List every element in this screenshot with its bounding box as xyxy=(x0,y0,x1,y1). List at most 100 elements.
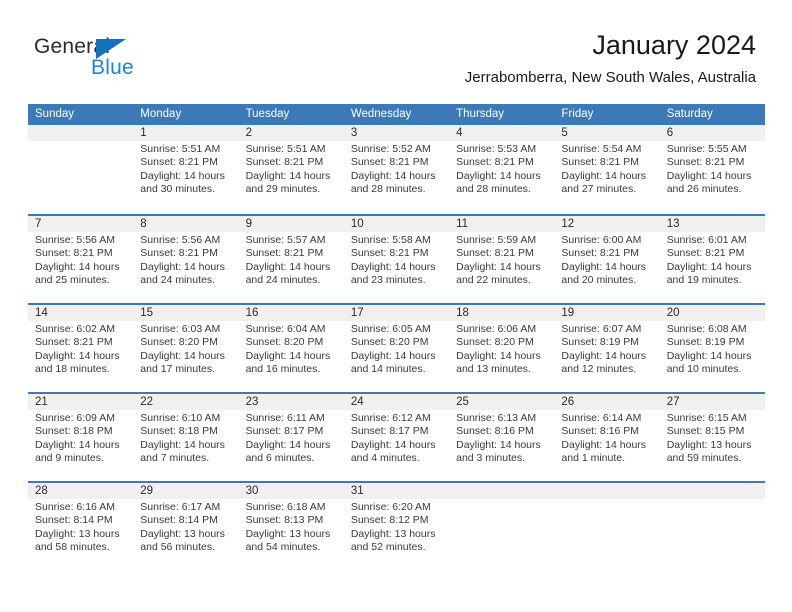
daylight-text-line1: Daylight: 13 hours xyxy=(666,438,752,451)
daylight-text-line1: Daylight: 14 hours xyxy=(350,438,436,451)
sunrise-text: Sunrise: 5:59 AM xyxy=(456,234,537,246)
calendar-day-cell[interactable]: 28 Sunrise: 6:16 AM Sunset: 8:14 PM Dayligh… xyxy=(28,483,133,570)
sunrise-text: Sunrise: 5:51 AM xyxy=(140,143,221,155)
calendar-day-cell[interactable]: 23 Sunrise: 6:11 AM Sunset: 8:17 PM Dayligh… xyxy=(239,394,344,481)
sunrise-text: Sunrise: 5:56 AM xyxy=(140,234,221,246)
daylight-text-line2: and 24 minutes. xyxy=(140,274,215,287)
sunrise-text: Sunrise: 5:56 AM xyxy=(35,234,115,246)
calendar-day-cell[interactable]: 26 Sunrise: 6:14 AM Sunset: 8:16 PM Dayligh… xyxy=(554,394,659,481)
calendar-day-cell[interactable]: 24 Sunrise: 6:12 AM Sunset: 8:17 PM Dayligh… xyxy=(344,394,449,481)
calendar-day-cell[interactable]: 19 Sunrise: 6:07 AM Sunset: 8:19 PM Dayligh… xyxy=(554,305,659,392)
calendar-day-cell[interactable]: 22 Sunrise: 6:10 AM Sunset: 8:18 PM Dayligh… xyxy=(133,394,238,481)
daylight-text-line1: Daylight: 14 hours xyxy=(35,349,120,362)
day-details: Sunrise: 6:03 AM Sunset: 8:20 PM Daylight:… xyxy=(140,323,235,377)
daylight-text-line2: and 28 minutes. xyxy=(456,183,531,196)
daylight-text-line2: and 14 minutes. xyxy=(350,363,426,376)
calendar-day-cell[interactable]: 15 Sunrise: 6:03 AM Sunset: 8:20 PM Dayligh… xyxy=(133,305,238,392)
day-number: 17 xyxy=(350,307,364,319)
daylight-text-line2: and 12 minutes. xyxy=(561,363,637,376)
sunrise-text: Sunrise: 5:51 AM xyxy=(245,143,326,155)
calendar-day-cell[interactable]: 8 Sunrise: 5:56 AM Sunset: 8:21 PM Daylight… xyxy=(133,216,238,303)
day-number: 26 xyxy=(561,396,575,408)
day-details: Sunrise: 6:12 AM Sunset: 8:17 PM Daylight:… xyxy=(351,412,446,466)
calendar-day-cell[interactable]: 31 Sunrise: 6:20 AM Sunset: 8:12 PM Dayligh… xyxy=(344,483,449,570)
weekday-header-row: Sunday Monday Tuesday Wednesday Thursday… xyxy=(28,104,765,125)
general-blue-logo[interactable]: General Blue xyxy=(34,36,234,84)
day-number: 8 xyxy=(140,218,147,230)
sunset-text: Sunset: 8:18 PM xyxy=(35,425,113,438)
calendar-day-cell[interactable]: 17 Sunrise: 6:05 AM Sunset: 8:20 PM Dayligh… xyxy=(344,305,449,392)
sunset-text: Sunset: 8:21 PM xyxy=(561,156,640,169)
day-number: 20 xyxy=(666,307,680,319)
day-number: 4 xyxy=(456,127,463,139)
calendar-day-cell[interactable]: 1 Sunrise: 5:51 AM Sunset: 8:21 PM Daylight… xyxy=(133,125,238,214)
day-number xyxy=(561,483,656,499)
sunrise-text: Sunrise: 6:13 AM xyxy=(456,412,537,424)
calendar-day-cell[interactable]: 4 Sunrise: 5:53 AM Sunset: 8:21 PM Daylight… xyxy=(449,125,554,214)
day-details: Sunrise: 5:58 AM Sunset: 8:21 PM Daylight:… xyxy=(351,234,446,288)
calendar-day-cell[interactable]: 20 Sunrise: 6:08 AM Sunset: 8:19 PM Dayligh… xyxy=(660,305,765,392)
weekday-header-wednesday: Wednesday xyxy=(350,108,412,120)
day-details: Sunrise: 6:10 AM Sunset: 8:18 PM Daylight:… xyxy=(140,412,235,466)
sunset-text: Sunset: 8:15 PM xyxy=(666,425,745,438)
calendar-day-cell[interactable]: 7 Sunrise: 5:56 AM Sunset: 8:21 PM Daylight… xyxy=(28,216,133,303)
day-number: 21 xyxy=(35,396,48,408)
daylight-text-line1: Daylight: 14 hours xyxy=(140,349,225,362)
sunrise-text: Sunrise: 6:14 AM xyxy=(561,412,642,424)
calendar-day-cell[interactable]: 12 Sunrise: 6:00 AM Sunset: 8:21 PM Dayligh… xyxy=(554,216,659,303)
sunrise-text: Sunrise: 6:10 AM xyxy=(140,412,221,424)
calendar-day-cell[interactable]: 30 Sunrise: 6:18 AM Sunset: 8:13 PM Dayligh… xyxy=(239,483,344,570)
daylight-text-line1: Daylight: 14 hours xyxy=(140,169,225,182)
day-details: Sunrise: 6:07 AM Sunset: 8:19 PM Daylight:… xyxy=(561,323,656,377)
sunset-text: Sunset: 8:21 PM xyxy=(350,156,429,169)
daylight-text-line1: Daylight: 14 hours xyxy=(35,438,120,451)
title-block: January 2024 Jerrabomberra, New South Wa… xyxy=(465,28,756,88)
day-number: 6 xyxy=(666,127,674,139)
daylight-text-line2: and 27 minutes. xyxy=(561,183,637,196)
sunrise-text: Sunrise: 5:55 AM xyxy=(666,143,747,155)
calendar-day-cell[interactable]: 9 Sunrise: 5:57 AM Sunset: 8:21 PM Daylight… xyxy=(239,216,344,303)
day-number: 16 xyxy=(245,307,259,319)
day-number: 14 xyxy=(35,307,48,319)
calendar-day-cell[interactable]: 6 Sunrise: 5:55 AM Sunset: 8:21 PM Daylight… xyxy=(660,125,765,214)
calendar-day-cell[interactable]: 14 Sunrise: 6:02 AM Sunset: 8:21 PM Dayligh… xyxy=(28,305,133,392)
daylight-text-line2: and 7 minutes. xyxy=(140,452,210,465)
calendar-day-cell[interactable]: 13 Sunrise: 6:01 AM Sunset: 8:21 PM Dayligh… xyxy=(660,216,765,303)
daylight-text-line2: and 17 minutes. xyxy=(140,363,215,376)
daylight-text-line1: Daylight: 13 hours xyxy=(245,527,331,540)
day-number: 25 xyxy=(456,396,469,408)
calendar-day-cell[interactable]: 18 Sunrise: 6:06 AM Sunset: 8:20 PM Dayligh… xyxy=(449,305,554,392)
day-details: Sunrise: 6:13 AM Sunset: 8:16 PM Daylight:… xyxy=(456,412,551,466)
daylight-text-line1: Daylight: 14 hours xyxy=(456,438,541,451)
day-number: 24 xyxy=(350,396,364,408)
calendar-week-row: 1 Sunrise: 5:51 AM Sunset: 8:21 PM Daylight… xyxy=(28,125,765,214)
daylight-text-line1: Daylight: 13 hours xyxy=(350,527,436,540)
daylight-text-line2: and 3 minutes. xyxy=(456,452,526,465)
calendar-day-cell[interactable]: 16 Sunrise: 6:04 AM Sunset: 8:20 PM Dayligh… xyxy=(239,305,344,392)
calendar-day-cell[interactable]: 10 Sunrise: 5:58 AM Sunset: 8:21 PM Dayligh… xyxy=(344,216,449,303)
calendar-day-cell[interactable]: 2 Sunrise: 5:51 AM Sunset: 8:21 PM Daylight… xyxy=(239,125,344,214)
daylight-text-line1: Daylight: 14 hours xyxy=(561,438,647,451)
day-details: Sunrise: 5:56 AM Sunset: 8:21 PM Daylight:… xyxy=(35,234,130,288)
daylight-text-line2: and 29 minutes. xyxy=(245,183,321,196)
sunrise-text: Sunrise: 6:06 AM xyxy=(456,323,537,335)
calendar-day-cell[interactable]: 25 Sunrise: 6:13 AM Sunset: 8:16 PM Dayligh… xyxy=(449,394,554,481)
day-details: Sunrise: 6:05 AM Sunset: 8:20 PM Daylight:… xyxy=(351,323,446,377)
daylight-text-line2: and 54 minutes. xyxy=(245,541,321,554)
calendar-week-row: 21 Sunrise: 6:09 AM Sunset: 8:18 PM Dayligh… xyxy=(28,392,765,481)
calendar-day-cell[interactable]: 5 Sunrise: 5:54 AM Sunset: 8:21 PM Daylight… xyxy=(554,125,659,214)
daylight-text-line2: and 24 minutes. xyxy=(245,274,321,287)
sunset-text: Sunset: 8:20 PM xyxy=(350,336,429,349)
calendar-day-cell[interactable]: 3 Sunrise: 5:52 AM Sunset: 8:21 PM Daylight… xyxy=(344,125,449,214)
sunset-text: Sunset: 8:21 PM xyxy=(245,247,324,260)
calendar-day-cell[interactable]: 29 Sunrise: 6:17 AM Sunset: 8:14 PM Dayligh… xyxy=(133,483,238,570)
day-number: 3 xyxy=(350,127,358,139)
calendar-weeks: 1 Sunrise: 5:51 AM Sunset: 8:21 PM Daylight… xyxy=(28,125,765,570)
daylight-text-line1: Daylight: 14 hours xyxy=(666,260,752,273)
calendar-day-cell[interactable]: 27 Sunrise: 6:15 AM Sunset: 8:15 PM Dayligh… xyxy=(660,394,765,481)
calendar-day-cell[interactable]: 11 Sunrise: 5:59 AM Sunset: 8:21 PM Dayligh… xyxy=(449,216,554,303)
sunrise-text: Sunrise: 6:02 AM xyxy=(35,323,115,335)
calendar-day-cell[interactable]: 21 Sunrise: 6:09 AM Sunset: 8:18 PM Dayligh… xyxy=(28,394,133,481)
daylight-text-line1: Daylight: 14 hours xyxy=(245,260,331,273)
calendar-week-row: 14 Sunrise: 6:02 AM Sunset: 8:21 PM Dayligh… xyxy=(28,303,765,392)
